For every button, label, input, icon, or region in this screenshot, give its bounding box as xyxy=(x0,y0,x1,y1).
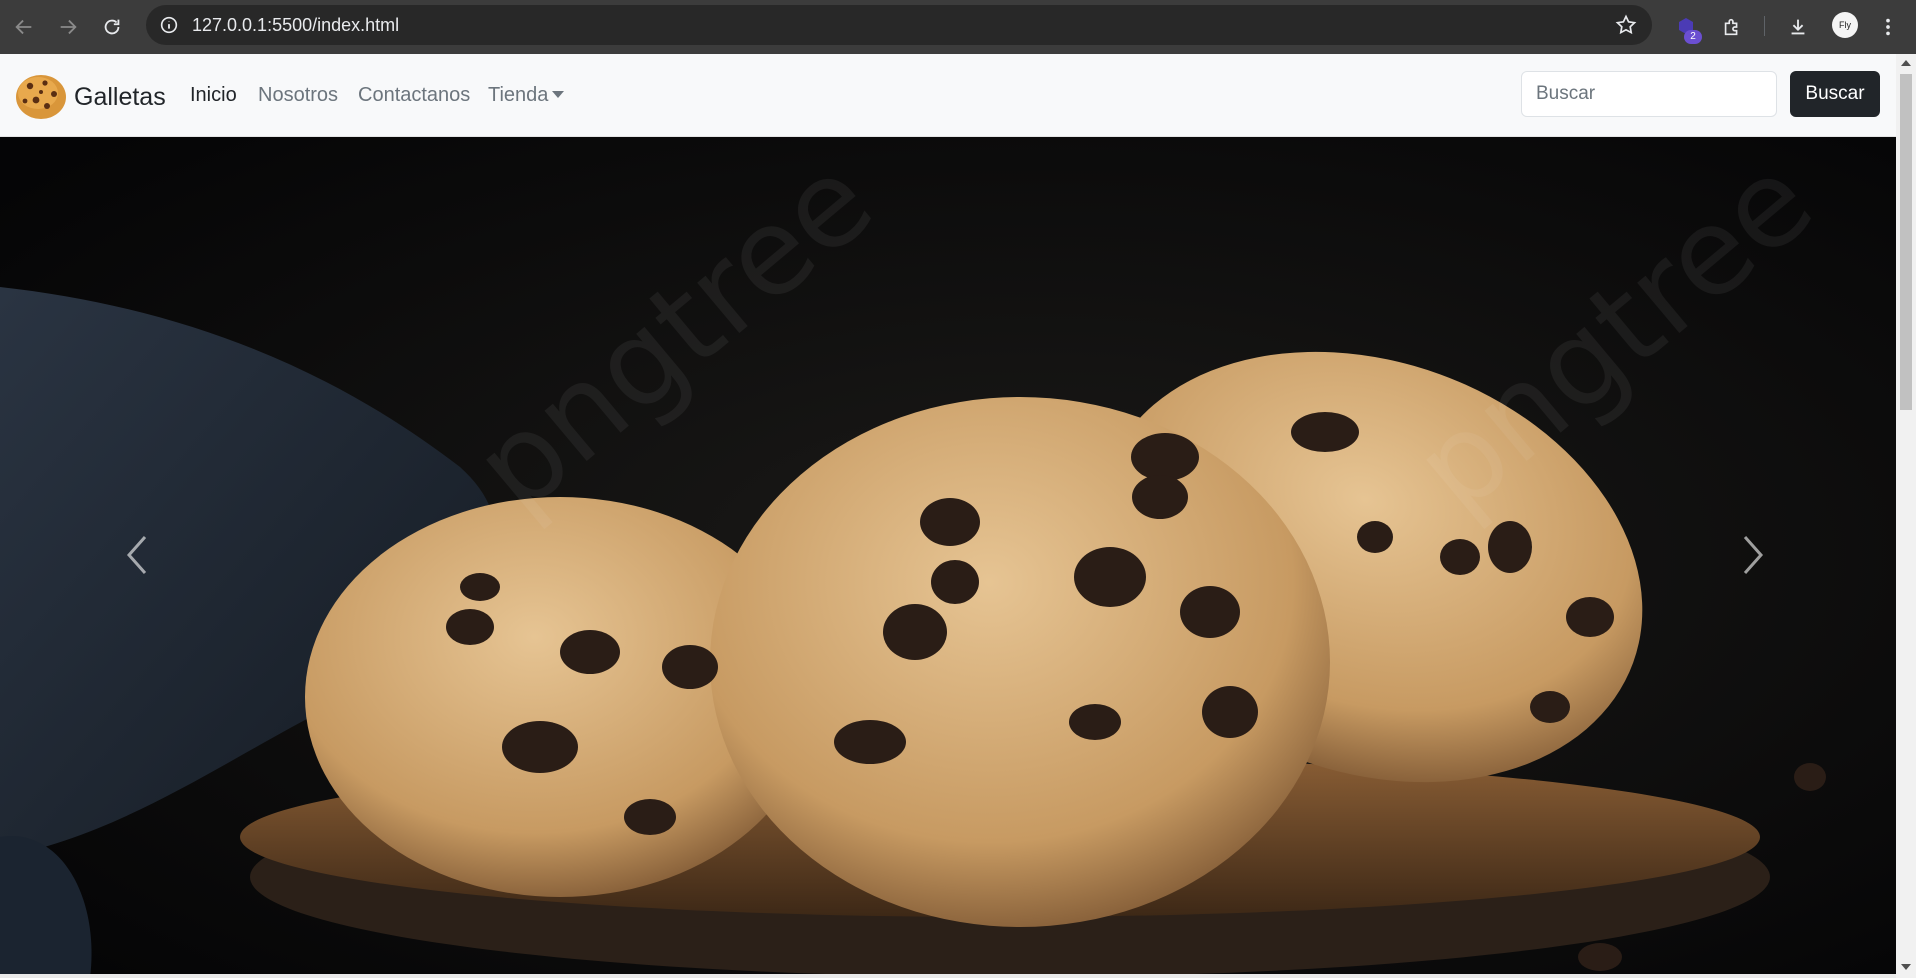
extension-badge: 2 xyxy=(1684,30,1702,44)
reload-icon[interactable] xyxy=(96,11,128,43)
chevron-left-icon xyxy=(123,533,153,582)
page-viewport: Galletas Inicio Nosotros Contactanos Tie… xyxy=(0,54,1896,978)
nav-dropdown-tienda[interactable]: Tienda xyxy=(488,84,565,107)
puzzle-icon[interactable] xyxy=(1716,11,1748,43)
scroll-thumb[interactable] xyxy=(1900,74,1912,410)
toolbar-divider xyxy=(1764,16,1765,36)
scroll-down-arrow[interactable] xyxy=(1901,964,1911,970)
nav-link-inicio[interactable]: Inicio xyxy=(190,84,237,107)
url-text[interactable]: 127.0.0.1:5500/index.html xyxy=(192,15,399,36)
cookie-icon xyxy=(14,70,68,125)
nav-link-contactanos[interactable]: Contactanos xyxy=(358,84,470,107)
navbar: Galletas Inicio Nosotros Contactanos Tie… xyxy=(0,54,1896,137)
caret-down-icon xyxy=(552,91,565,98)
page-scrollbar[interactable] xyxy=(1896,54,1916,978)
bookmark-star-icon[interactable] xyxy=(1614,13,1638,37)
cookies-photo: pngtree pngtree xyxy=(0,137,1896,978)
forward-icon[interactable] xyxy=(52,11,84,43)
download-icon[interactable] xyxy=(1782,11,1814,43)
menu-dots-icon[interactable] xyxy=(1872,11,1904,43)
nav-link-nosotros[interactable]: Nosotros xyxy=(258,84,338,107)
search-input[interactable]: Buscar xyxy=(1521,71,1777,117)
site-info-icon[interactable] xyxy=(158,14,180,36)
back-icon[interactable] xyxy=(8,11,40,43)
horizontal-scroll-strip xyxy=(0,974,1896,978)
chevron-right-icon xyxy=(1737,533,1767,582)
profile-avatar[interactable]: Fly xyxy=(1832,12,1858,38)
brand-name: Galletas xyxy=(74,83,166,111)
browser-toolbar: 127.0.0.1:5500/index.html 2 Fly xyxy=(0,0,1916,54)
hero-carousel: pngtree pngtree xyxy=(0,137,1896,978)
carousel-prev-button[interactable] xyxy=(108,497,168,617)
brand[interactable]: Galletas xyxy=(14,70,166,125)
carousel-next-button[interactable] xyxy=(1722,497,1782,617)
nav-dropdown-label: Tienda xyxy=(488,84,549,106)
address-bar[interactable]: 127.0.0.1:5500/index.html xyxy=(146,5,1652,45)
search-button[interactable]: Buscar xyxy=(1790,71,1880,117)
scroll-up-arrow[interactable] xyxy=(1901,60,1911,66)
